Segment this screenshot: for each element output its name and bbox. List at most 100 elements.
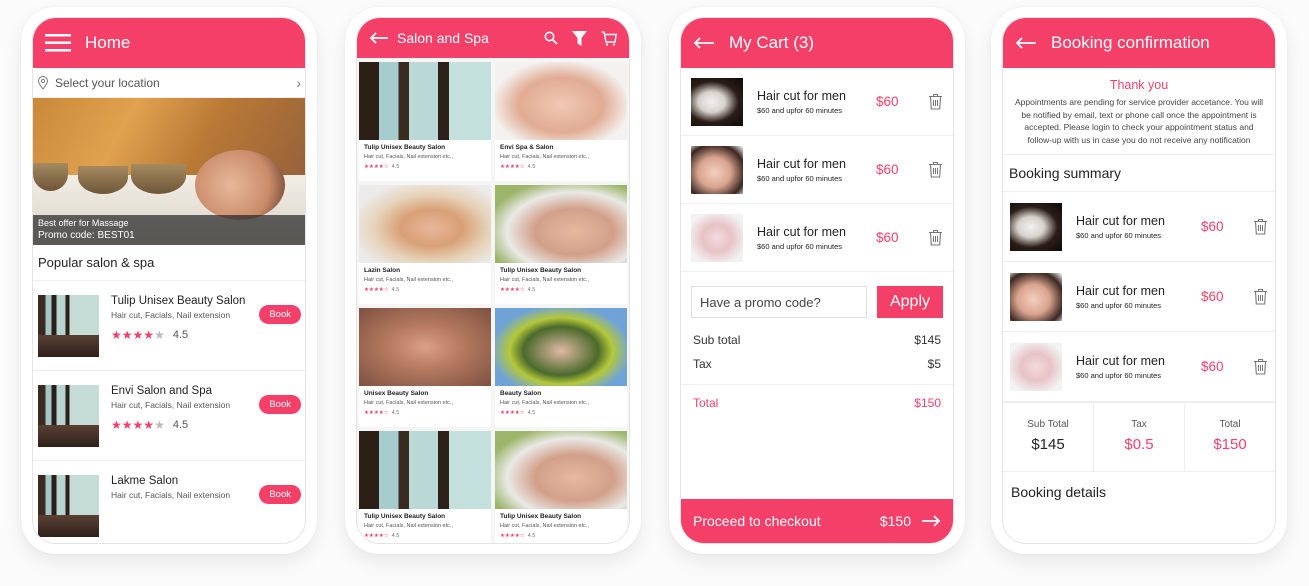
trash-icon[interactable] — [928, 93, 943, 110]
salon-card-rating: ★★★★☆ 4.5 — [364, 410, 486, 416]
home-appbar: Home — [33, 18, 305, 68]
rating-stars: ★★★★☆ — [364, 410, 389, 416]
salon-card-image — [359, 185, 491, 263]
subtotal-column: Sub Total $145 — [1003, 403, 1094, 471]
subtotal-row: Sub total $145 — [681, 328, 953, 352]
confirmation-message: Appointments are pending for service pro… — [1003, 92, 1275, 155]
salon-tags: Hair cut, Facials, Nail extension — [111, 400, 231, 410]
total-label: Total — [693, 396, 719, 410]
service-name: Hair cut for men — [1076, 213, 1165, 228]
total-column: Total $150 — [1185, 403, 1275, 471]
rating-stars: ★★★★☆ — [364, 287, 389, 293]
salon-card[interactable]: Tulip Unisex Beauty Salon Hair cut, Faci… — [359, 431, 491, 543]
trash-icon[interactable] — [1253, 218, 1268, 235]
book-button[interactable]: Book — [259, 485, 301, 504]
listing-appbar: Salon and Spa — [357, 18, 629, 58]
trash-icon[interactable] — [928, 161, 943, 178]
salon-card-tags: Hair cut, Facials, Nail extension etc., — [500, 277, 589, 283]
salon-list-item[interactable]: Tulip Unisex Beauty Salon Hair cut, Faci… — [33, 281, 305, 371]
confirmation-appbar: Booking confirmation — [1003, 18, 1275, 68]
apply-button[interactable]: Apply — [877, 286, 943, 318]
salon-thumbnail — [38, 385, 99, 447]
star-filled-icon: ★ — [121, 328, 133, 342]
salon-card-tags: Hair cut, Facials, Nail extension etc., — [364, 400, 453, 406]
listing-screen: Salon and Spa Tulip Unisex Beauty Salon … — [356, 17, 630, 544]
rating-stars: ★★★★☆ — [500, 287, 525, 293]
cart-screen: My Cart (3) Hair cut for men $60 and upf… — [680, 17, 954, 544]
service-price: $60 — [876, 162, 899, 177]
hamburger-menu-icon[interactable] — [45, 34, 71, 52]
salon-card-image — [495, 431, 627, 509]
tax-value: $0.5 — [1124, 436, 1154, 453]
booking-item: Hair cut for men $60 and upfor 60 minute… — [1003, 262, 1275, 332]
service-name: Hair cut for men — [1076, 353, 1165, 368]
rating-value: 4.5 — [527, 533, 536, 539]
star-empty-icon: ★ — [154, 328, 165, 342]
back-arrow-icon[interactable] — [1015, 37, 1037, 49]
service-desc: $60 and upfor 60 minutes — [757, 173, 843, 183]
subtotal-label: Sub total — [693, 333, 741, 347]
salon-card[interactable]: Tulip Unisex Beauty Salon Hair cut, Faci… — [359, 62, 491, 181]
trash-icon[interactable] — [928, 229, 943, 246]
filter-icon[interactable] — [572, 30, 587, 46]
salon-list-item[interactable]: Lakme Salon Hair cut, Facials, Nail exte… — [33, 461, 305, 543]
salon-name: Tulip Unisex Beauty Salon — [111, 295, 246, 307]
service-desc: $60 and upfor 60 minutes — [1076, 370, 1162, 380]
location-selector[interactable]: Select your location › — [33, 68, 305, 98]
trash-icon[interactable] — [1253, 288, 1268, 305]
salon-tags: Hair cut, Facials, Nail extension — [111, 490, 231, 500]
page-title: My Cart (3) — [729, 33, 814, 52]
salon-card-name: Tulip Unisex Beauty Salon — [500, 267, 582, 274]
salon-grid: Tulip Unisex Beauty Salon Hair cut, Faci… — [357, 58, 629, 543]
service-thumbnail — [691, 145, 743, 194]
promo-row: Apply — [681, 272, 953, 328]
search-icon[interactable] — [544, 31, 558, 45]
salon-list-item[interactable]: Envi Salon and Spa Hair cut, Facials, Na… — [33, 371, 305, 461]
salon-card-image — [495, 185, 627, 263]
salon-card-name: Lazin Salon — [364, 267, 401, 274]
salon-card[interactable]: Tulip Unisex Beauty Salon Hair cut, Faci… — [495, 431, 627, 543]
booking-details-title: Booking details — [1011, 484, 1106, 500]
total-label: Total — [1219, 419, 1241, 430]
trash-icon[interactable] — [1253, 358, 1268, 375]
salon-card[interactable]: Envi Spa & Salon Hair cut, Facials, Nail… — [495, 62, 627, 181]
salon-card-name: Envi Spa & Salon — [500, 144, 554, 151]
service-price: $60 — [1201, 359, 1224, 374]
promo-code-input[interactable] — [691, 286, 867, 318]
rating-value: 4.5 — [527, 410, 536, 416]
tax-column: Tax $0.5 — [1094, 403, 1185, 471]
salon-card[interactable]: Lazin Salon Hair cut, Facials, Nail exte… — [359, 185, 491, 304]
cart-icon[interactable] — [601, 30, 617, 46]
salon-card[interactable]: Tulip Unisex Beauty Salon Hair cut, Faci… — [495, 185, 627, 304]
location-placeholder: Select your location — [55, 75, 160, 90]
rating-value: 4.5 — [391, 410, 400, 416]
home-screen: Home Select your location › Best offer f… — [32, 17, 306, 544]
service-name: Hair cut for men — [1076, 283, 1165, 298]
back-arrow-icon[interactable] — [693, 37, 715, 49]
page-title: Salon and Spa — [397, 30, 489, 46]
salon-card-rating: ★★★★☆ 4.5 — [500, 287, 622, 293]
service-desc: $60 and upfor 60 minutes — [1076, 300, 1162, 310]
rating-value: 4.5 — [391, 287, 400, 293]
banner-offer-text: Best offer for Massage — [38, 218, 129, 228]
salon-card-name: Tulip Unisex Beauty Salon — [364, 144, 446, 151]
service-thumbnail — [691, 77, 743, 126]
back-arrow-icon[interactable] — [369, 32, 389, 44]
total-value: $150 — [914, 396, 941, 410]
salon-card[interactable]: Beauty Salon Hair cut, Facials, Nail ext… — [495, 308, 627, 427]
rating-stars: ★★★★☆ — [364, 164, 389, 170]
salon-card-image — [495, 308, 627, 386]
book-button[interactable]: Book — [259, 305, 301, 324]
proceed-to-checkout-button[interactable]: Proceed to checkout $150 — [681, 499, 953, 543]
book-button[interactable]: Book — [259, 395, 301, 414]
salon-card-image — [495, 62, 627, 140]
service-name: Hair cut for men — [757, 156, 846, 171]
rating-value: 4.5 — [172, 329, 189, 341]
salon-card[interactable]: Unisex Beauty Salon Hair cut, Facials, N… — [359, 308, 491, 427]
promo-banner[interactable]: Best offer for Massage Promo code: BEST0… — [33, 98, 305, 245]
service-desc: $60 and upfor 60 minutes — [757, 241, 843, 251]
salon-thumbnail — [38, 295, 99, 357]
booking-totals: Sub Total $145 Tax $0.5 Total $150 — [1003, 402, 1275, 472]
salon-card-image — [359, 431, 491, 509]
rating-value: 4.5 — [527, 287, 536, 293]
